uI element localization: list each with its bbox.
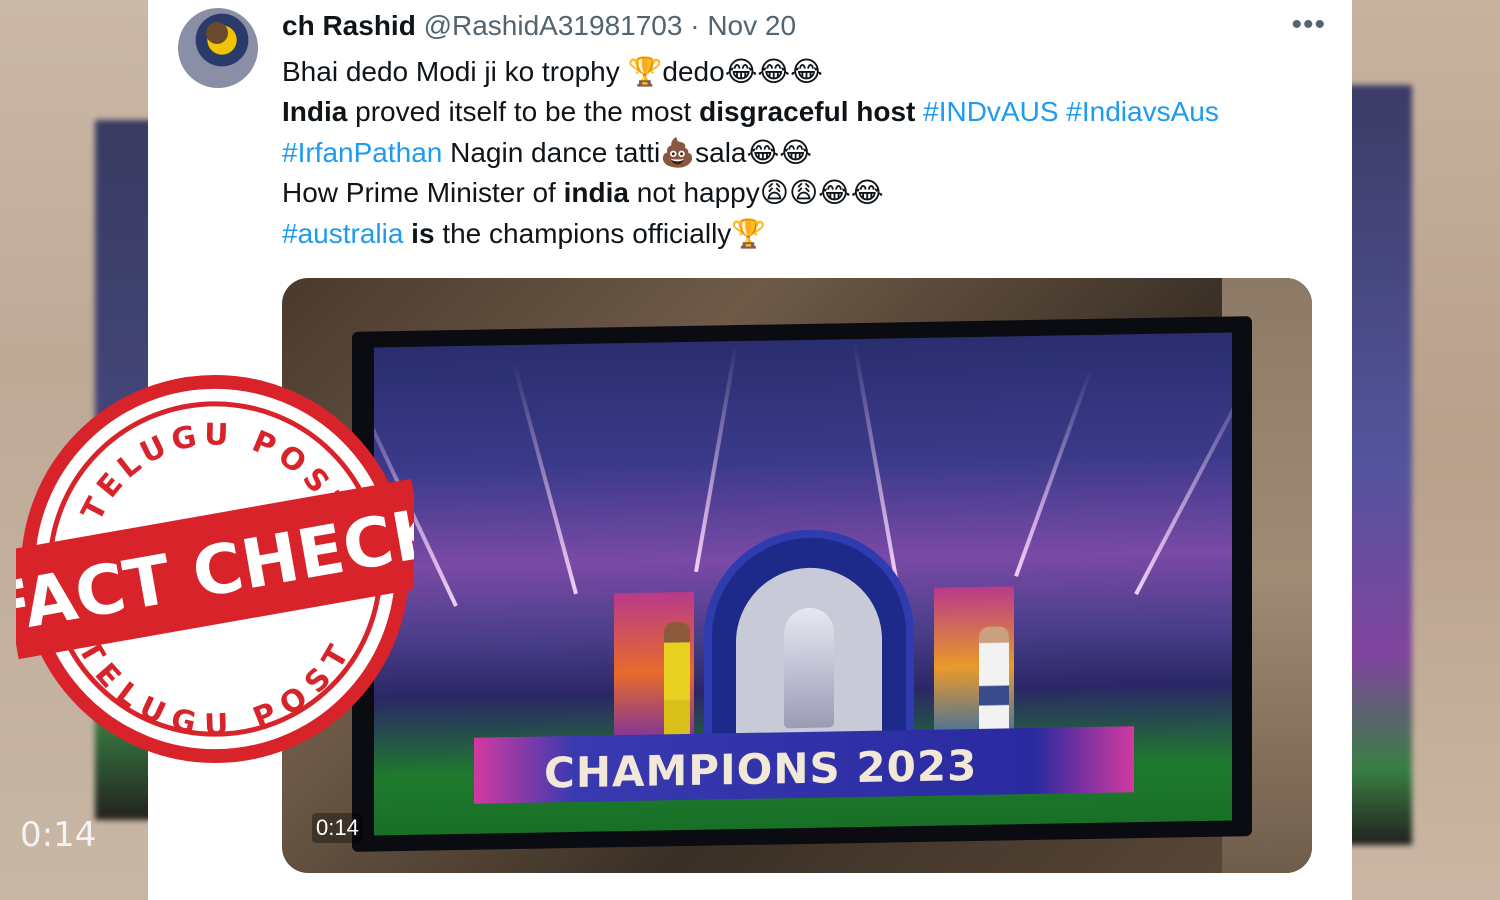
tweet-video[interactable]: CHAMPIONS 2023 0:14 bbox=[282, 278, 1312, 873]
trophy-graphic bbox=[784, 607, 834, 729]
tweet-date[interactable]: Nov 20 bbox=[707, 10, 796, 41]
poop-emoji: 💩 bbox=[660, 136, 696, 168]
firework-streak bbox=[694, 344, 738, 573]
trophy-emoji: 🏆 bbox=[627, 56, 663, 87]
fact-check-stamp: TELUGU POST TELUGU POST FACT CHECK bbox=[16, 374, 414, 764]
weary-laughing-emoji: 😩😩😂😂 bbox=[759, 177, 884, 209]
firework-streak bbox=[1134, 361, 1232, 596]
laughing-emoji: 😂😂😂 bbox=[724, 56, 823, 87]
bold-segment: is bbox=[403, 217, 435, 249]
text-segment: Bhai dedo Modi ji ko trophy bbox=[282, 56, 628, 87]
hashtag-link[interactable]: #IrfanPathan bbox=[282, 137, 442, 168]
header-separator: · bbox=[690, 10, 700, 41]
text-segment: not happy bbox=[628, 177, 760, 209]
text-segment: the champions officially bbox=[434, 217, 732, 249]
video-duration: 0:14 bbox=[312, 813, 363, 843]
avatar[interactable] bbox=[178, 8, 258, 88]
firework-streak bbox=[1014, 367, 1094, 577]
tv-screen: CHAMPIONS 2023 bbox=[374, 332, 1232, 836]
author-name[interactable]: ch Rashid bbox=[282, 10, 416, 41]
more-horizontal-icon[interactable]: ••• bbox=[1291, 8, 1326, 42]
laughing-emoji: 😂😂 bbox=[746, 136, 812, 168]
hashtag-link[interactable]: #IndiavsAus bbox=[1059, 96, 1219, 127]
background-video-duration: 0:14 bbox=[20, 815, 97, 855]
text-segment: proved itself to be the most bbox=[347, 96, 700, 128]
text-segment: How Prime Minister of bbox=[282, 177, 564, 209]
tweet-line-5: #australia is the champions officially🏆 bbox=[282, 214, 1332, 254]
text-segment: sala bbox=[695, 136, 747, 168]
bold-segment: India bbox=[282, 96, 348, 128]
bold-segment: india bbox=[563, 177, 629, 209]
tweet-header: ch Rashid @RashidA31981703 · Nov 20 bbox=[282, 10, 796, 42]
tweet-line-3: #IrfanPathan Nagin dance tatti💩sala😂😂 bbox=[282, 133, 1332, 173]
trophy-emoji: 🏆 bbox=[731, 217, 767, 249]
text-segment: Nagin dance tatti bbox=[442, 136, 661, 168]
tv-frame: CHAMPIONS 2023 bbox=[352, 316, 1252, 852]
text-segment: dedo bbox=[662, 56, 725, 87]
tweet-line-2: India proved itself to be the most disgr… bbox=[282, 92, 1332, 132]
hashtag-link[interactable]: #australia bbox=[282, 218, 403, 249]
hashtag-link[interactable]: #INDvAUS bbox=[915, 96, 1058, 127]
background-right-panel bbox=[1352, 0, 1500, 900]
tweet-line-4: How Prime Minister of india not happy😩😩😂… bbox=[282, 173, 1332, 213]
author-handle[interactable]: @RashidA31981703 bbox=[424, 10, 683, 41]
tweet-text: Bhai dedo Modi ji ko trophy 🏆dedo😂😂😂 Ind… bbox=[282, 52, 1332, 254]
firework-streak bbox=[511, 362, 578, 595]
bold-segment: disgraceful host bbox=[699, 96, 916, 128]
champions-banner-text: CHAMPIONS 2023 bbox=[544, 740, 978, 798]
tweet-line-1: Bhai dedo Modi ji ko trophy 🏆dedo😂😂😂 bbox=[282, 52, 1332, 92]
background-tv-blur bbox=[1352, 85, 1412, 845]
